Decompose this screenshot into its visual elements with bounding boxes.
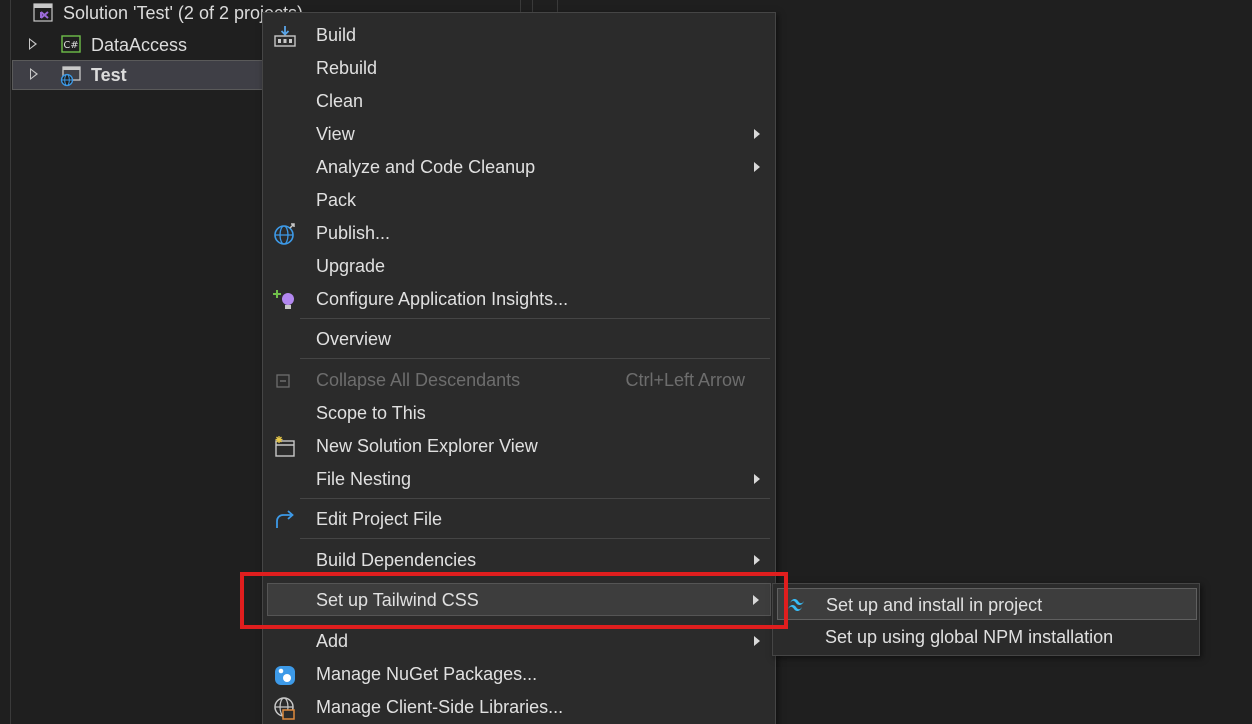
menu-item-label: Overview (316, 329, 392, 349)
menu-separator (300, 318, 770, 319)
menu-item-label: Build (316, 25, 357, 45)
menu-item-label: Add (316, 631, 349, 651)
menu-separator (300, 498, 770, 499)
menu-item-label: Manage Client-Side Libraries... (316, 697, 564, 717)
menu-item-client-side-libraries[interactable]: Manage Client-Side Libraries... (263, 691, 775, 724)
web-project-icon (60, 65, 82, 87)
menu-item-build[interactable]: Build (263, 19, 775, 52)
menu-item-label: Pack (316, 190, 357, 210)
menu-item-scope-to-this[interactable]: Scope to This (263, 397, 775, 430)
globe-publish-icon (272, 222, 298, 246)
menu-item-label: Manage NuGet Packages... (316, 664, 538, 684)
submenu-item-label: Set up and install in project (826, 595, 1043, 615)
submenu-arrow-icon (754, 129, 760, 139)
submenu-arrow-icon (753, 595, 759, 605)
svg-text:C#: C# (63, 40, 78, 51)
menu-item-rebuild[interactable]: Rebuild (263, 52, 775, 85)
new-window-icon (272, 435, 298, 459)
submenu-arrow-icon (754, 474, 760, 484)
menu-item-new-explorer-view[interactable]: New Solution Explorer View (263, 430, 775, 463)
menu-item-label: Set up Tailwind CSS (316, 590, 479, 610)
tailwind-submenu: Set up and install in project Set up usi… (772, 583, 1200, 656)
menu-item-label: New Solution Explorer View (316, 436, 538, 456)
menu-item-setup-tailwind[interactable]: Set up Tailwind CSS (267, 583, 771, 616)
submenu-item-label: Set up using global NPM installation (825, 627, 1114, 647)
explorer-left-border (10, 0, 11, 724)
menu-item-view[interactable]: View (263, 118, 775, 151)
menu-item-upgrade[interactable]: Upgrade (263, 250, 775, 283)
menu-item-label: Configure Application Insights... (316, 289, 569, 309)
expand-arrow-icon[interactable] (29, 38, 37, 50)
menu-item-label: View (316, 124, 355, 144)
submenu-item-install-in-project[interactable]: Set up and install in project (777, 588, 1197, 620)
menu-item-label: Scope to This (316, 403, 426, 423)
client-libraries-icon (272, 696, 298, 720)
menu-item-manage-nuget[interactable]: Manage NuGet Packages... (263, 658, 775, 691)
csharp-project-icon: C# (61, 35, 81, 53)
menu-item-label: Analyze and Code Cleanup (316, 157, 536, 177)
project-label: DataAccess (91, 35, 188, 55)
menu-item-label: Build Dependencies (316, 550, 477, 570)
menu-item-label: Publish... (316, 223, 391, 243)
menu-item-label: Rebuild (316, 58, 378, 78)
menu-item-label: Collapse All Descendants (316, 370, 521, 390)
menu-item-analyze[interactable]: Analyze and Code Cleanup (263, 151, 775, 184)
menu-item-edit-project-file[interactable]: Edit Project File (263, 503, 775, 536)
menu-item-pack[interactable]: Pack (263, 184, 775, 217)
submenu-arrow-icon (754, 555, 760, 565)
menu-item-label: File Nesting (316, 469, 412, 489)
menu-item-file-nesting[interactable]: File Nesting (263, 463, 775, 496)
menu-separator (300, 538, 770, 539)
menu-item-overview[interactable]: Overview (263, 323, 775, 356)
menu-separator (300, 358, 770, 359)
menu-item-add[interactable]: Add (263, 625, 775, 658)
menu-item-shortcut: Ctrl+Left Arrow (625, 370, 745, 390)
tailwind-icon (786, 594, 808, 616)
submenu-arrow-icon (754, 636, 760, 646)
expand-arrow-icon[interactable] (30, 68, 38, 80)
menu-item-label: Clean (316, 91, 364, 111)
menu-item-publish[interactable]: Publish... (263, 217, 775, 250)
project-context-menu: Build Rebuild Clean View Analyze and Cod… (262, 12, 776, 724)
vs-solution-icon (33, 3, 53, 23)
menu-item-collapse-all: Collapse All Descendants Ctrl+Left Arrow (263, 364, 775, 397)
menu-item-app-insights[interactable]: Configure Application Insights... (263, 283, 775, 316)
menu-item-label: Upgrade (316, 256, 386, 276)
menu-item-build-dependencies[interactable]: Build Dependencies (263, 544, 775, 577)
build-icon (272, 24, 298, 48)
nuget-icon (272, 663, 298, 687)
redo-arrow-icon (272, 508, 298, 532)
menu-item-label: Edit Project File (316, 509, 443, 529)
submenu-arrow-icon (754, 162, 760, 172)
project-label: Test (91, 65, 127, 85)
menu-item-clean[interactable]: Clean (263, 85, 775, 118)
submenu-item-global-npm[interactable]: Set up using global NPM installation (777, 621, 1197, 653)
lightbulb-add-icon (272, 288, 298, 312)
collapse-icon (272, 369, 298, 393)
